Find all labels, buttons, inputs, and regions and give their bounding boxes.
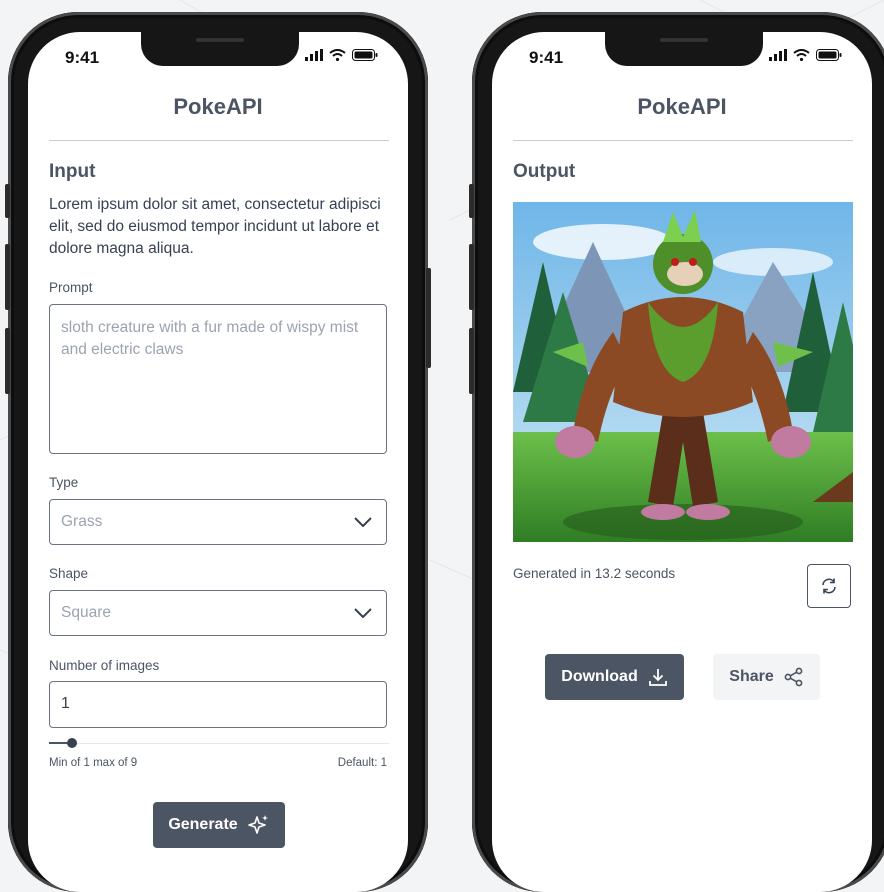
generate-button[interactable]: Generate [153,802,285,848]
status-time: 9:41 [529,48,564,67]
generated-time-text: Generated in 13.2 seconds [513,566,676,581]
download-button-label: Download [561,668,638,685]
screen-input: 9:41 PokeAPI Input Lorem ipsum dolor sit… [28,32,408,892]
min-max-hint: Min of 1 max of 9 [49,757,138,769]
phone-frame-input: 9:41 PokeAPI Input Lorem ipsum dolor sit… [5,12,431,892]
shape-select[interactable]: Square [49,590,387,636]
chevron-down-icon [354,517,372,527]
num-images-value: 1 [61,695,70,712]
status-time: 9:41 [65,48,100,67]
notch [605,32,763,66]
shape-label: Shape [49,566,89,581]
screen-output: 9:41 PokeAPI Output Generated in 13.2 se… [492,32,872,892]
section-heading-output: Output [513,161,576,182]
type-select[interactable]: Grass [49,499,387,545]
generate-button-label: Generate [168,816,238,833]
type-label: Type [49,475,79,490]
section-heading-input: Input [49,161,96,182]
prompt-placeholder: sloth creature with a fur made of wispy … [61,319,359,358]
status-icons [305,49,378,61]
shape-selected-value: Square [61,604,111,621]
num-images-input[interactable]: 1 [49,681,387,728]
app-title: PokeAPI [173,94,263,119]
download-button[interactable]: Download [545,654,684,700]
sparkle-icon [247,815,268,834]
power-button [426,268,431,368]
prompt-label: Prompt [49,280,93,295]
num-images-slider-thumb[interactable] [67,738,77,748]
regenerate-button[interactable] [807,564,851,608]
app-title: PokeAPI [637,94,727,119]
chevron-down-icon [354,608,372,618]
volume-up-button [5,244,10,310]
share-button[interactable]: Share [713,654,820,700]
phone-frame-output: 9:41 PokeAPI Output Generated in 13.2 se… [469,12,884,892]
prompt-textarea[interactable]: sloth creature with a fur made of wispy … [49,304,387,454]
battery-icon [816,49,842,61]
mute-switch [469,184,474,218]
default-hint: Default: 1 [337,757,387,769]
signal-icon [769,49,787,61]
generated-image [513,202,853,542]
refresh-icon [822,578,836,594]
share-button-label: Share [729,668,774,685]
num-images-label: Number of images [49,658,160,673]
volume-down-button [5,328,10,394]
notch [141,32,299,66]
header-divider [513,140,853,141]
share-icon [784,667,803,687]
mute-switch [5,184,10,218]
volume-down-button [469,328,474,394]
wifi-icon [329,49,346,61]
battery-icon [352,49,378,61]
wifi-icon [793,49,810,61]
status-icons [769,49,842,61]
type-selected-value: Grass [61,513,103,530]
signal-icon [305,49,323,61]
header-divider [49,140,389,141]
download-icon [648,669,667,686]
volume-up-button [469,244,474,310]
num-images-slider-track[interactable] [49,743,389,744]
input-description: Lorem ipsum dolor sit amet, consectetur … [49,196,381,257]
